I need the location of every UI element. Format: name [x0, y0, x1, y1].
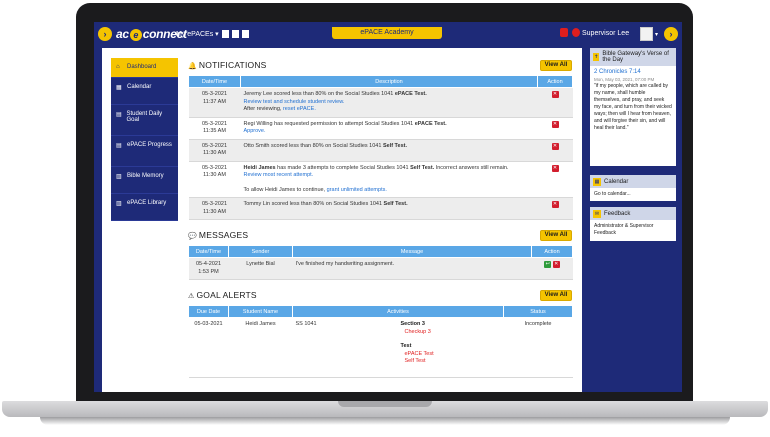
delete-icon[interactable]: ✕	[551, 91, 559, 98]
bell-icon: 🔔	[188, 63, 197, 70]
delete-icon[interactable]: ✕	[552, 261, 560, 268]
reply-icon[interactable]: ↩	[544, 261, 552, 268]
laptop-frame: › ac e connect My ePACEs ▾ ePACE Academy S…	[0, 0, 770, 437]
table-header-row: Date/Time Description Action	[188, 75, 573, 88]
delete-icon[interactable]: ✕	[551, 120, 559, 128]
notifications-table: Date/Time Description Action 05-3-2021 11…	[188, 75, 573, 220]
feedback-icon: ✉	[593, 209, 601, 218]
message-icon[interactable]	[572, 28, 580, 37]
table-header-row: Date/Time Sender Message Action	[188, 245, 573, 258]
bible-icon: ✝	[593, 53, 600, 61]
approve-link[interactable]: Approve.	[244, 128, 535, 136]
warning-icon: ⚠	[188, 293, 195, 300]
reset-epace-link[interactable]: reset ePACE.	[283, 106, 316, 112]
go-to-calendar-link[interactable]: Go to calendar...	[590, 188, 676, 201]
review-attempt-link[interactable]: Review most recent attempt.	[244, 172, 535, 180]
goal-icon: ▤	[116, 112, 122, 118]
library-icon: ▥	[116, 201, 122, 207]
calendar-card: ▦ Calendar Go to calendar...	[590, 175, 676, 201]
avatar[interactable]	[640, 27, 653, 41]
notifications-view-all-button[interactable]: View All	[540, 59, 572, 71]
verse-reference[interactable]: 2 Chronicles 7:14	[594, 69, 672, 76]
table-row: 05-3-2021 11:37 AM Jeremy Lee scored less…	[188, 87, 573, 118]
table-row: 05-3-2021 11:35 AM Regi Willing has reque…	[188, 117, 573, 140]
goal-alerts-header: ⚠ GOAL ALERTS View All	[188, 288, 572, 302]
document-icon[interactable]	[222, 30, 229, 38]
document-icon[interactable]	[232, 30, 239, 38]
chat-icon: 💬	[188, 233, 197, 240]
grant-attempts-link[interactable]: grant unlimited attempts.	[327, 187, 387, 193]
notifications-title: NOTIFICATIONS	[198, 60, 267, 70]
review-test-link[interactable]: Review test and schedule student review.	[244, 99, 535, 107]
epace-academy-tab[interactable]: ePACE Academy	[332, 27, 442, 39]
left-rail	[94, 48, 102, 392]
laptop-notch	[338, 401, 432, 407]
sidebar-item-calendar[interactable]: ▦ Calendar	[111, 78, 178, 105]
user-name[interactable]: Supervisor Lee	[582, 30, 629, 37]
table-row: 05-3-2021 11:30 AM Otto Smith scored less…	[188, 139, 573, 162]
feedback-link[interactable]: Administrator & Supervisor Feedback	[590, 220, 676, 240]
messages-header: 💬 MESSAGES View All	[188, 228, 572, 242]
delete-icon[interactable]: ✕	[551, 142, 559, 150]
book-icon: ▥	[116, 174, 122, 180]
sidebar-item-bible-memory[interactable]: ▥ Bible Memory	[111, 167, 178, 194]
checkup-link[interactable]: Checkup 3	[401, 329, 434, 337]
goal-alerts-view-all-button[interactable]: View All	[540, 289, 572, 301]
verse-text: "if my people, which are called by my na…	[594, 83, 672, 131]
sidebar-item-epace-progress[interactable]: ▤ ePACE Progress	[111, 136, 178, 167]
chevron-down-icon[interactable]: ▾	[655, 31, 658, 38]
sidebar: ⌂ Dashboard ▦ Calendar ▤ Student Daily Goal…	[111, 58, 178, 221]
right-chevron-icon[interactable]: ›	[664, 27, 678, 41]
home-icon: ⌂	[116, 64, 120, 70]
epace-test-link[interactable]: ePACE Test	[401, 351, 434, 359]
laptop-shadow	[40, 417, 730, 425]
messages-table: Date/Time Sender Message Action 05-4-202…	[188, 245, 573, 280]
messages-view-all-button[interactable]: View All	[540, 229, 572, 241]
sidebar-item-dashboard[interactable]: ⌂ Dashboard	[111, 58, 178, 78]
delete-icon[interactable]: ✕	[551, 164, 559, 172]
table-row: 05-4-2021 1:53 PM Lynette Bial I've finis…	[188, 257, 573, 280]
table-row: 05-03-2021 Heidi James SS 1041 Section 3…	[188, 317, 573, 378]
notifications-header: 🔔 NOTIFICATIONS View All	[188, 58, 572, 72]
messages-title: MESSAGES	[198, 230, 249, 240]
self-test-link[interactable]: Self Test	[401, 358, 434, 366]
sidebar-item-epace-library[interactable]: ▥ ePACE Library	[111, 194, 178, 221]
main-content: 🔔 NOTIFICATIONS View All Date/Time Descri…	[188, 58, 573, 378]
feedback-card: ✉ Feedback Administrator & Supervisor Fee…	[590, 207, 676, 241]
left-chevron-icon[interactable]: ›	[98, 27, 112, 41]
table-row: 05-3-2021 11:30 AM Heidi James has made 3…	[188, 161, 573, 198]
goal-alerts-table: Due Date Student Name Activities Status …	[188, 305, 573, 378]
progress-icon: ▤	[116, 143, 122, 149]
top-nav-bar: › ac e connect My ePACEs ▾ ePACE Academy S…	[94, 22, 682, 48]
my-epaces-dropdown[interactable]: My ePACEs ▾	[176, 30, 219, 38]
table-row: 05-3-2021 11:30 AM Tommy Lin scored less …	[188, 197, 573, 220]
delete-icon[interactable]: ✕	[551, 201, 559, 208]
sidebar-item-student-daily-goal[interactable]: ▤ Student Daily Goal	[111, 105, 178, 136]
goal-alerts-title: GOAL ALERTS	[196, 290, 257, 300]
verse-of-day-card: ✝ Bible Gateway's Verse of the Day 2 Chro…	[590, 48, 676, 166]
calendar-icon: ▦	[593, 177, 601, 186]
calendar-icon: ▦	[116, 85, 122, 91]
document-icon[interactable]	[242, 30, 249, 38]
notification-icon[interactable]	[560, 28, 568, 37]
screen: › ac e connect My ePACEs ▾ ePACE Academy S…	[94, 22, 682, 392]
table-header-row: Due Date Student Name Activities Status	[188, 305, 573, 318]
